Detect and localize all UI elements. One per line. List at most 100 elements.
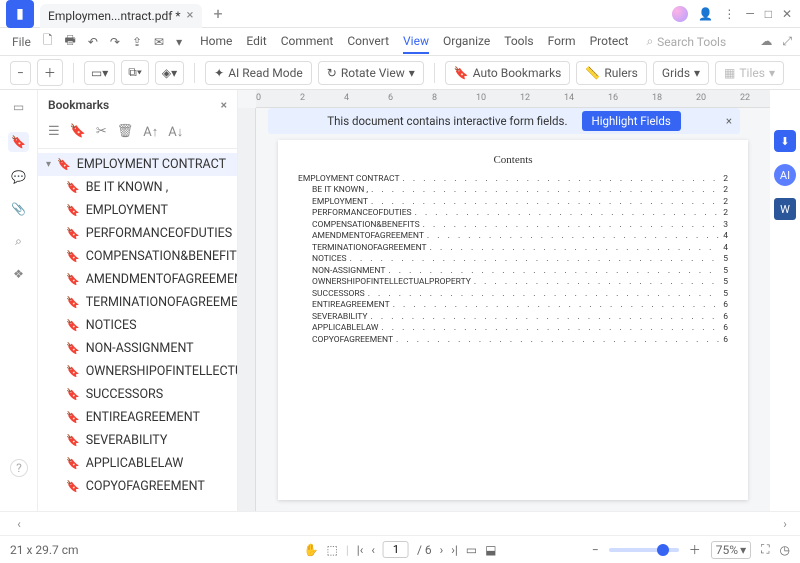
bookmark-item[interactable]: 🔖EMPLOYMENT — [38, 199, 237, 222]
zoom-out-icon[interactable]: − — [592, 543, 599, 557]
bookmark-item[interactable]: 🔖APPLICABLELAW — [38, 452, 237, 475]
fit-page-icon[interactable]: ▭ — [466, 543, 477, 557]
clock-icon[interactable]: ◷ — [780, 543, 790, 557]
hand-tool-icon[interactable]: ✋ — [304, 543, 319, 557]
cloud-icon[interactable]: ☁ — [760, 34, 772, 49]
print-icon[interactable]: 🖶 — [61, 29, 80, 54]
bookmark-icon: 🔖 — [66, 250, 80, 263]
auto-bookmarks-button[interactable]: 🔖 Auto Bookmarks — [445, 61, 571, 85]
save-icon[interactable]: 🗋 — [39, 29, 57, 54]
bookmark-item[interactable]: 🔖ENTIREAGREEMENT — [38, 406, 237, 429]
ruler-mark: 8 — [432, 93, 437, 103]
comment-icon[interactable]: 💬 — [11, 170, 26, 184]
zoom-in-icon[interactable]: ＋ — [689, 541, 701, 558]
user-icon[interactable]: 👤 — [698, 7, 713, 21]
rulers-button[interactable]: 📏 Rulers — [576, 61, 647, 85]
tab-form[interactable]: Form — [548, 30, 576, 54]
next-page-button[interactable]: › — [440, 543, 444, 557]
file-menu[interactable]: File — [8, 33, 35, 51]
toc-title: TERMINATIONOFAGREEMENT — [312, 243, 430, 254]
cut-icon[interactable]: ✂ — [96, 124, 107, 140]
zoom-slider[interactable] — [609, 548, 679, 552]
panel-close-icon[interactable]: × — [221, 98, 227, 112]
expand-icon[interactable]: ⤢ — [782, 34, 792, 49]
tab-protect[interactable]: Protect — [590, 30, 629, 54]
attachment-icon[interactable]: 📎 — [11, 202, 26, 216]
last-page-button[interactable]: ›| — [451, 543, 458, 557]
tab-home[interactable]: Home — [200, 30, 232, 54]
chevron-down-icon[interactable]: ▾ — [172, 33, 186, 51]
bookmark-item[interactable]: 🔖COMPENSATION&BENEFITS — [38, 245, 237, 268]
tiles-button[interactable]: ▦ Tiles▾ — [715, 61, 784, 85]
bookmark-item[interactable]: 🔖COPYOFAGREEMENT — [38, 475, 237, 498]
new-tab-button[interactable]: + — [214, 4, 223, 23]
layers-icon[interactable]: ❖ — [13, 267, 24, 281]
zoom-value-box[interactable]: 75%▾ — [711, 541, 751, 559]
tab-organize[interactable]: Organize — [443, 30, 490, 54]
prev-page-button[interactable]: ‹ — [371, 543, 375, 557]
ai-orb-icon[interactable] — [672, 6, 688, 22]
ai-read-mode-button[interactable]: ✦ AI Read Mode — [205, 61, 312, 85]
tab-convert[interactable]: Convert — [347, 30, 389, 54]
share-icon[interactable]: ⇪ — [128, 33, 146, 51]
bookmark-item[interactable]: 🔖BE IT KNOWN , — [38, 176, 237, 199]
list-icon[interactable]: ☰ — [48, 124, 60, 140]
tab-view[interactable]: View — [403, 30, 429, 54]
search-panel-icon[interactable]: ⌕ — [15, 234, 22, 249]
page-display-button[interactable]: ⧉▾ — [121, 60, 149, 85]
page-layout-button[interactable]: ▭▾ — [84, 61, 115, 85]
page-number-input[interactable] — [383, 541, 409, 558]
bookmark-item[interactable]: 🔖AMENDMENTOFAGREEMENT — [38, 268, 237, 291]
toc-row: EMPLOYMENT CONTRACT. . . . . . . . . . .… — [298, 174, 728, 185]
search-tools[interactable]: ⌕ Search Tools — [646, 34, 726, 49]
bookmark-item[interactable]: 🔖NON-ASSIGNMENT — [38, 337, 237, 360]
word-icon[interactable]: W — [774, 198, 796, 220]
document-tab[interactable]: Employmen...ntract.pdf * × — [40, 4, 202, 28]
rotate-view-button[interactable]: ↻ Rotate View ▾ — [318, 61, 424, 85]
fit-width-icon[interactable]: ⬓ — [485, 543, 496, 557]
tab-comment[interactable]: Comment — [281, 30, 334, 54]
delete-icon[interactable]: 🗑 — [117, 124, 134, 140]
close-window-button[interactable]: ✕ — [782, 7, 792, 21]
highlight-fields-button[interactable]: Highlight Fields — [582, 111, 681, 131]
select-tool-icon[interactable]: ⬚ — [327, 543, 338, 557]
help-icon[interactable]: ? — [10, 459, 28, 477]
app-logo[interactable]: ▮ — [6, 0, 34, 28]
right-rail: ⬇ AI W — [770, 90, 800, 511]
bookmark-item[interactable]: 🔖PERFORMANCEOFDUTIES — [38, 222, 237, 245]
slider-thumb[interactable] — [657, 544, 669, 556]
first-page-button[interactable]: |‹ — [357, 543, 364, 557]
zoom-out-button[interactable]: − — [10, 61, 31, 85]
notice-close-icon[interactable]: × — [726, 114, 732, 128]
bookmark-item[interactable]: 🔖OWNERSHIPOFINTELLECTUALPROPERTY — [38, 360, 237, 383]
scroll-right-button[interactable]: › — [770, 517, 800, 531]
font-larger-icon[interactable]: A↑ — [143, 124, 158, 140]
maximize-button[interactable]: □ — [765, 7, 772, 21]
close-icon[interactable]: × — [187, 8, 194, 23]
bookmark-item[interactable]: 🔖TERMINATIONOFAGREEMENT — [38, 291, 237, 314]
redo-icon[interactable]: ↷ — [106, 33, 124, 51]
font-smaller-icon[interactable]: A↓ — [168, 124, 183, 140]
download-icon[interactable]: ⬇ — [774, 130, 796, 152]
add-bookmark-icon[interactable]: 🔖 — [70, 124, 86, 140]
minimize-button[interactable]: — — [745, 7, 754, 21]
scroll-left-button[interactable]: ‹ — [0, 517, 38, 531]
bookmark-item[interactable]: 🔖SEVERABILITY — [38, 429, 237, 452]
bookmark-item[interactable]: 🔖NOTICES — [38, 314, 237, 337]
bookmark-item[interactable]: 🔖SUCCESSORS — [38, 383, 237, 406]
toc-leader: . . . . . . . . . . . . . . . . . . . . … — [371, 185, 720, 196]
fullscreen-icon[interactable]: ⛶ — [761, 542, 769, 557]
background-button[interactable]: ◈▾ — [155, 61, 184, 85]
zoom-in-button[interactable]: ＋ — [37, 59, 63, 86]
tab-tools[interactable]: Tools — [504, 30, 533, 54]
mail-icon[interactable]: ✉ — [150, 33, 168, 51]
bookmark-root[interactable]: ▾🔖EMPLOYMENT CONTRACT — [38, 153, 237, 176]
thumbnails-icon[interactable]: ▭ — [13, 100, 24, 114]
more-icon[interactable]: ⋮ — [723, 7, 735, 21]
bookmarks-icon[interactable]: 🔖 — [8, 132, 29, 152]
ai-icon[interactable]: AI — [774, 164, 796, 186]
tab-edit[interactable]: Edit — [246, 30, 266, 54]
undo-icon[interactable]: ↶ — [84, 33, 102, 51]
toc-page: 5 — [720, 254, 728, 265]
grids-button[interactable]: Grids▾ — [653, 61, 709, 85]
